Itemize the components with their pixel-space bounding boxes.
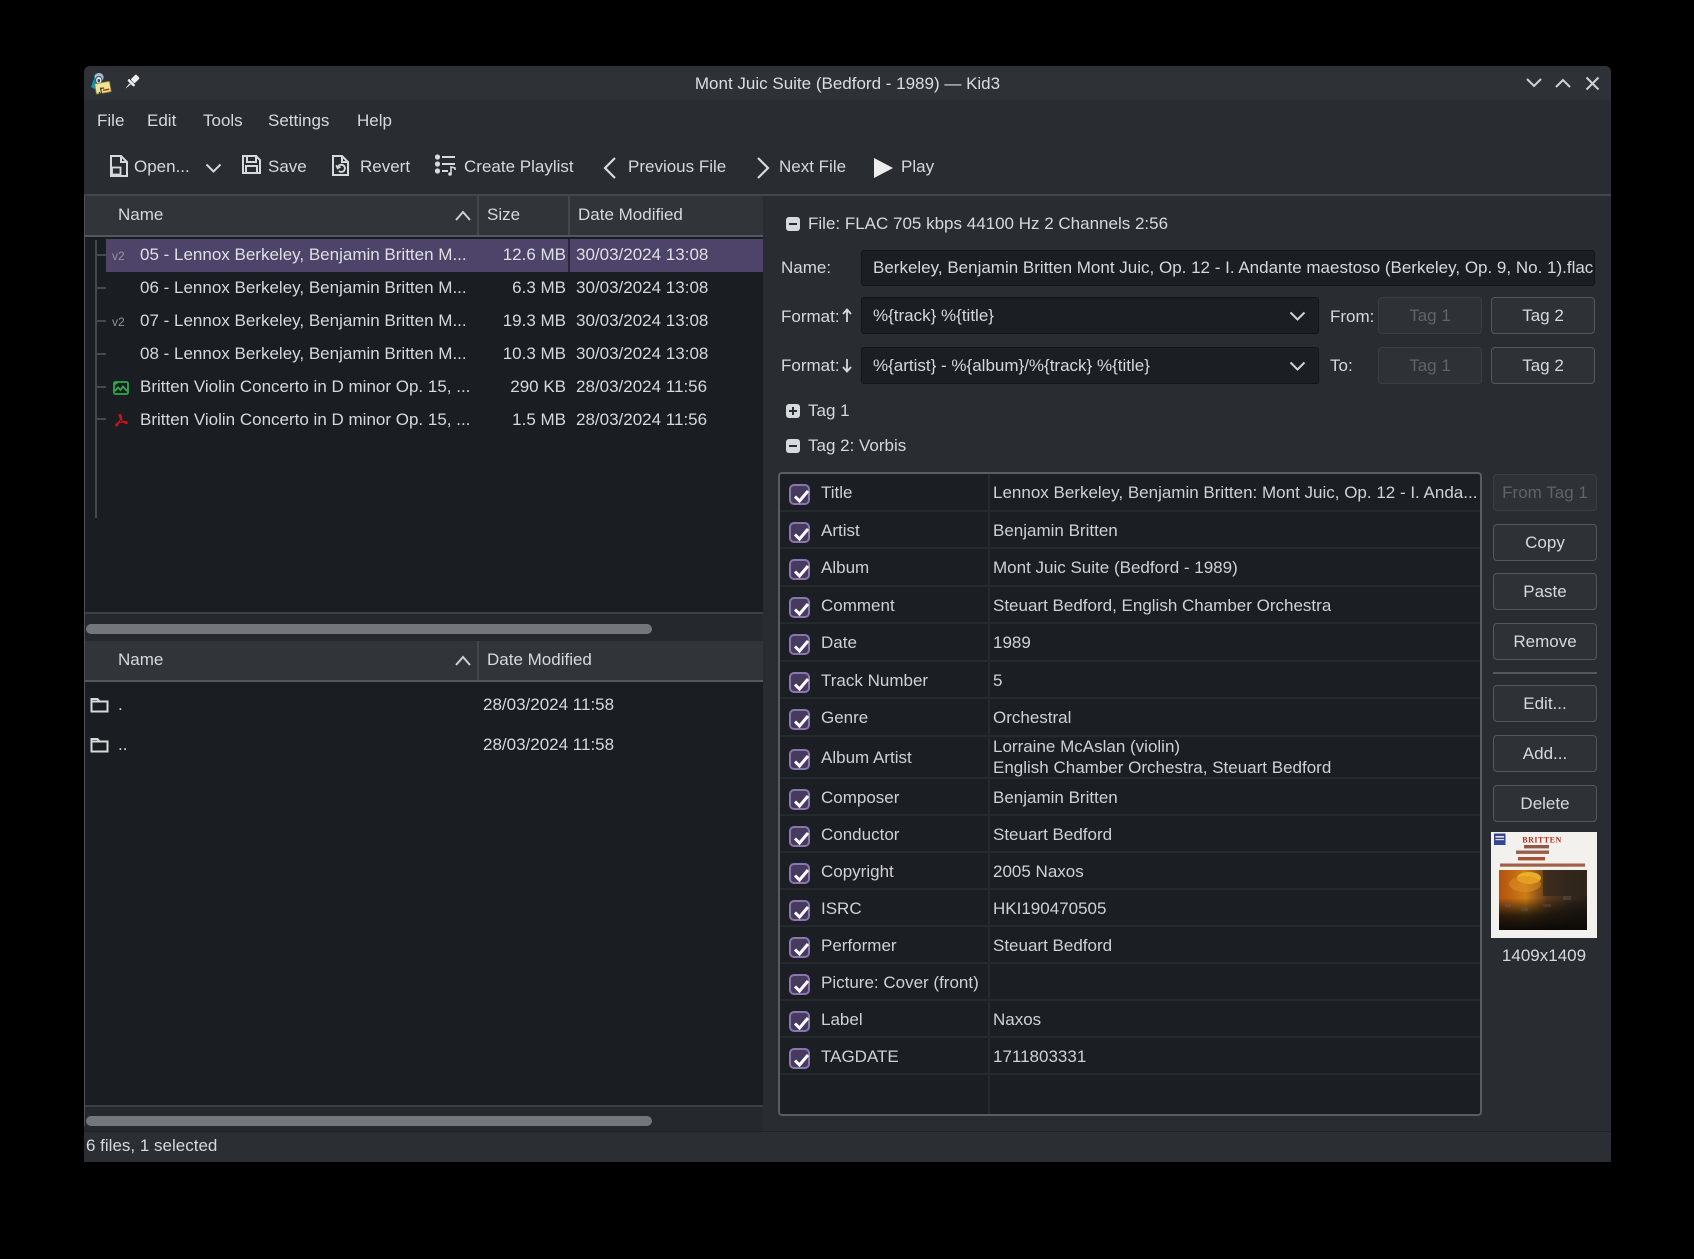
svg-text:BRITTEN: BRITTEN — [1522, 836, 1562, 845]
